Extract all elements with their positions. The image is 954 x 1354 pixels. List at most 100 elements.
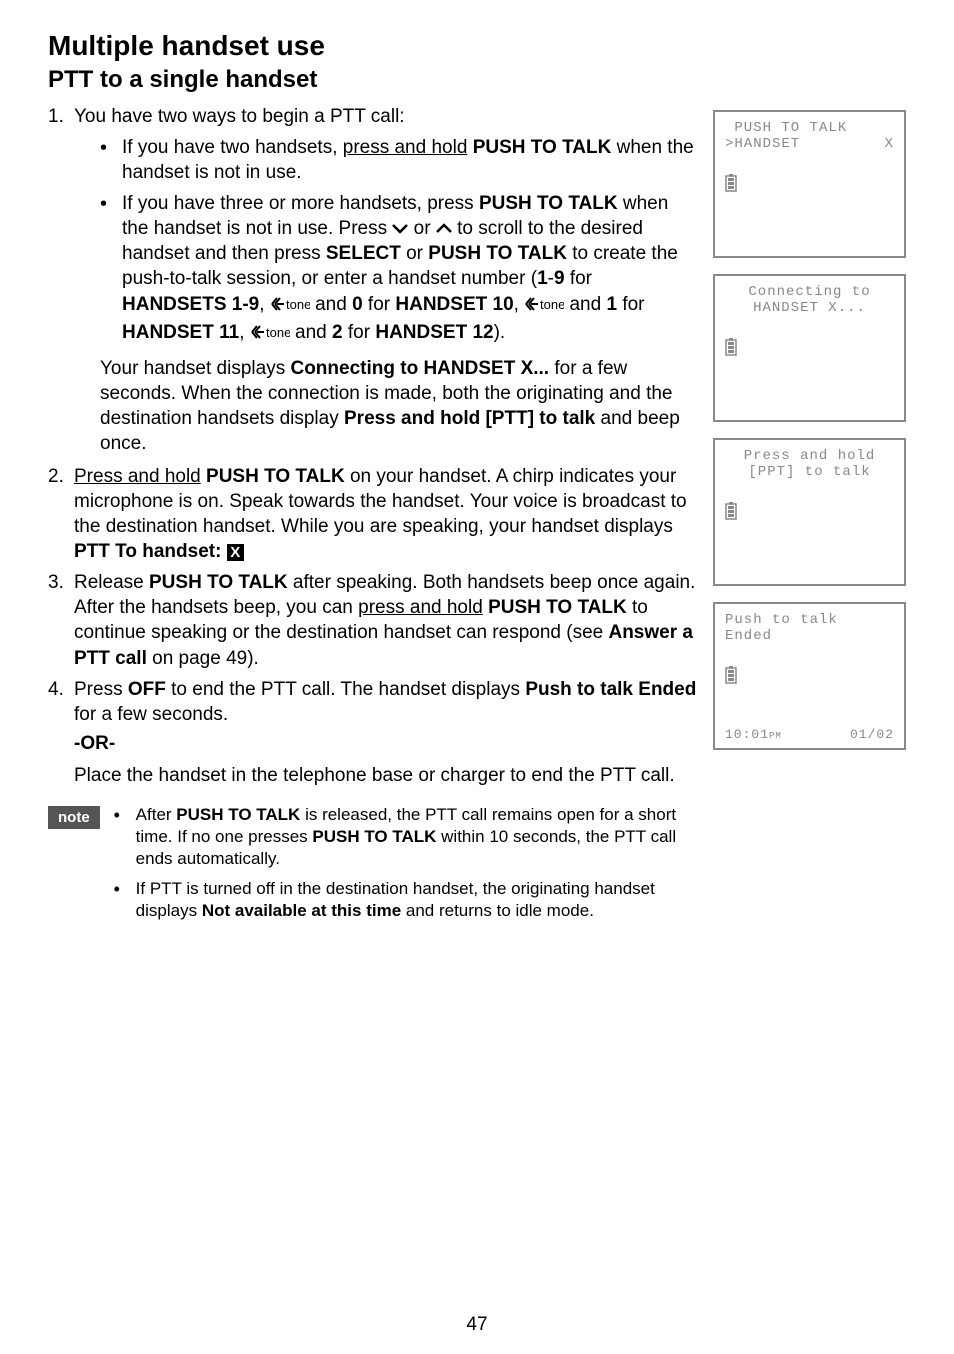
screen-line: Connecting to bbox=[725, 284, 894, 300]
text: Your handset displays bbox=[100, 358, 290, 379]
bold-text: Push to talk Ended bbox=[525, 679, 696, 700]
screen-value: X bbox=[885, 136, 894, 152]
text: for bbox=[617, 294, 644, 315]
screens-column: PUSH TO TALK >HANDSET X Connecting to HA… bbox=[713, 104, 906, 930]
lcd-screen-2: Connecting to HANDSET X... bbox=[713, 274, 906, 422]
bold-text: PUSH TO TALK bbox=[176, 805, 300, 824]
step1-bullet-2: If you have three or more handsets, pres… bbox=[100, 191, 699, 347]
text: and bbox=[310, 294, 352, 315]
or-label: -OR- bbox=[74, 733, 699, 755]
chevron-down-icon bbox=[392, 217, 408, 239]
screen-ampm: PM bbox=[769, 731, 782, 741]
note-item-2: If PTT is turned off in the destination … bbox=[114, 878, 699, 922]
text: for a few seconds. bbox=[74, 704, 228, 725]
text: for bbox=[565, 268, 592, 289]
step1-bullets: If you have two handsets, press and hold… bbox=[100, 135, 699, 348]
bold-text: HANDSET 11 bbox=[122, 322, 239, 343]
text: and bbox=[290, 322, 332, 343]
screen-date: 01/02 bbox=[850, 727, 894, 742]
text: Release bbox=[74, 572, 149, 593]
bold-text: PUSH TO TALK bbox=[473, 137, 612, 158]
bold-text: PUSH TO TALK bbox=[149, 572, 288, 593]
text: If you have three or more handsets, pres… bbox=[122, 193, 479, 214]
text: and bbox=[564, 294, 606, 315]
step-2: Press and hold PUSH TO TALK on your hand… bbox=[48, 464, 699, 564]
bold-text: SELECT bbox=[326, 243, 401, 264]
steps-list: You have two ways to begin a PTT call: I… bbox=[48, 104, 699, 727]
note-list: After PUSH TO TALK is released, the PTT … bbox=[114, 804, 699, 930]
bold-text: HANDSETS 1-9 bbox=[122, 294, 259, 315]
text: or bbox=[401, 243, 428, 264]
underline-text: Press and hold bbox=[74, 466, 201, 487]
bold-text: PUSH TO TALK bbox=[488, 597, 627, 618]
bold-text: PTT To handset: bbox=[74, 541, 227, 562]
step-4: Press OFF to end the PTT call. The hands… bbox=[48, 677, 699, 727]
screen-line: Press and hold bbox=[725, 448, 894, 464]
underline-text: press and hold bbox=[358, 597, 483, 618]
x-box-icon: X bbox=[227, 544, 244, 561]
screen-line: >HANDSET bbox=[725, 136, 800, 152]
screen-clock-row: 10:01PM 01/02 bbox=[725, 727, 894, 742]
bold-text: OFF bbox=[128, 679, 166, 700]
bold-text: Not available at this time bbox=[202, 901, 401, 920]
screen-line: [PPT] to talk bbox=[725, 464, 894, 480]
bold-text: 0 bbox=[352, 294, 363, 315]
text: on page 49). bbox=[147, 648, 259, 669]
text: , bbox=[239, 322, 250, 343]
screen-line: HANDSET X... bbox=[725, 300, 894, 316]
text: and returns to idle mode. bbox=[401, 901, 594, 920]
main-content: You have two ways to begin a PTT call: I… bbox=[48, 104, 699, 930]
text: Press bbox=[74, 679, 128, 700]
tone-icon: tone bbox=[270, 295, 310, 320]
underline-text: press and hold bbox=[343, 137, 468, 158]
battery-icon bbox=[725, 174, 737, 192]
note-label: note bbox=[48, 806, 100, 829]
svg-text:tone: tone bbox=[266, 325, 290, 340]
screen-time: 10:01 bbox=[725, 727, 769, 742]
or-paragraph: Place the handset in the telephone base … bbox=[74, 763, 699, 788]
text: , bbox=[514, 294, 525, 315]
tone-icon: tone bbox=[250, 323, 290, 348]
page-number: 47 bbox=[0, 1314, 954, 1336]
bold-text: PUSH TO TALK bbox=[479, 193, 618, 214]
step1-bullet-1: If you have two handsets, press and hold… bbox=[100, 135, 699, 185]
battery-icon bbox=[725, 338, 737, 356]
lcd-screen-4: Push to talk Ended 10:01PM 01/02 bbox=[713, 602, 906, 750]
screen-line: Push to talk bbox=[725, 612, 894, 628]
text: for bbox=[363, 294, 396, 315]
text: or bbox=[408, 218, 435, 239]
screen-line: Ended bbox=[725, 628, 894, 644]
bold-text: Connecting to HANDSET X... bbox=[290, 358, 549, 379]
bold-text: 1 bbox=[537, 268, 548, 289]
bold-text: HANDSET 10 bbox=[395, 294, 513, 315]
tone-icon: tone bbox=[524, 295, 564, 320]
bold-text: 1 bbox=[606, 294, 617, 315]
text: ). bbox=[494, 322, 506, 343]
bold-text: 9 bbox=[554, 268, 565, 289]
section-title: PTT to a single handset bbox=[48, 66, 906, 94]
text: , bbox=[259, 294, 270, 315]
screen-line: PUSH TO TALK bbox=[725, 120, 894, 136]
note-block: note After PUSH TO TALK is released, the… bbox=[48, 804, 699, 930]
step1-para2: Your handset displays Connecting to HAND… bbox=[100, 356, 699, 456]
step1-intro: You have two ways to begin a PTT call: bbox=[74, 106, 405, 127]
svg-text:tone: tone bbox=[540, 297, 564, 312]
battery-icon bbox=[725, 666, 737, 684]
bold-text: 2 bbox=[332, 322, 343, 343]
bold-text: HANDSET 12 bbox=[375, 322, 493, 343]
lcd-screen-1: PUSH TO TALK >HANDSET X bbox=[713, 110, 906, 258]
battery-icon bbox=[725, 502, 737, 520]
bold-text: Press and hold [PTT] to talk bbox=[344, 408, 595, 429]
bold-text: PUSH TO TALK bbox=[206, 466, 345, 487]
text: After bbox=[136, 805, 177, 824]
bold-text: PUSH TO TALK bbox=[312, 827, 436, 846]
text: to end the PTT call. The handset display… bbox=[166, 679, 525, 700]
step-1: You have two ways to begin a PTT call: I… bbox=[48, 104, 699, 456]
chevron-up-icon bbox=[436, 217, 452, 239]
lcd-screen-3: Press and hold [PPT] to talk bbox=[713, 438, 906, 586]
step-3: Release PUSH TO TALK after speaking. Bot… bbox=[48, 570, 699, 670]
note-item-1: After PUSH TO TALK is released, the PTT … bbox=[114, 804, 699, 870]
page-title: Multiple handset use bbox=[48, 30, 906, 62]
svg-text:tone: tone bbox=[286, 297, 310, 312]
text: for bbox=[343, 322, 376, 343]
